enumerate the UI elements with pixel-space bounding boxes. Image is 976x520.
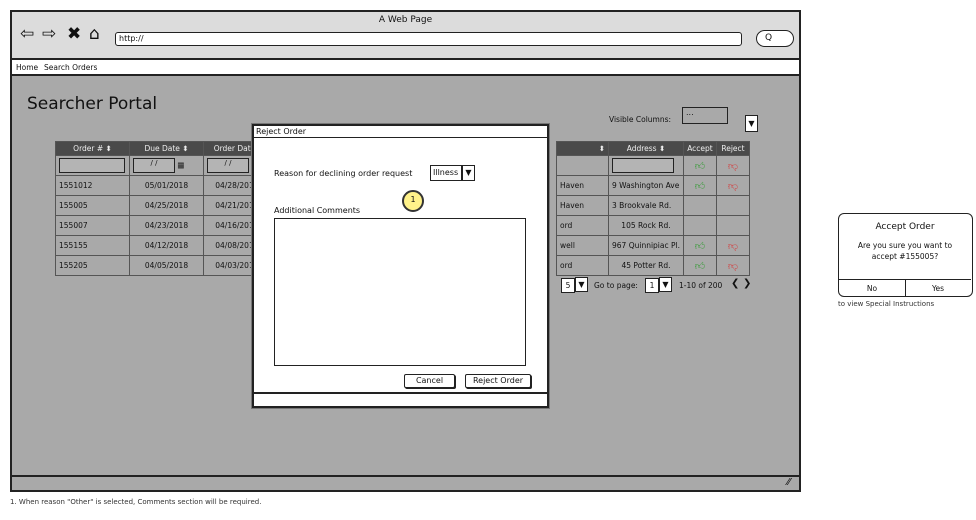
reason-select[interactable]: Illness — [430, 165, 462, 181]
filter-address[interactable] — [608, 155, 684, 176]
per-page-select[interactable]: 5 — [561, 278, 575, 293]
menu-home[interactable]: Home — [16, 63, 38, 72]
thumbs-up-icon[interactable]: 👍︎ — [695, 181, 705, 192]
column-header-town[interactable]: ⬍ — [556, 141, 609, 156]
modal-footer — [254, 392, 547, 394]
comments-label: Additional Comments — [274, 206, 361, 215]
orders-table-right: ⬍ Address ⬍ Accept Reject 👍︎ 👎︎ Haven 9 W… — [556, 141, 750, 276]
thumbs-down-icon[interactable]: 👎︎ — [728, 241, 738, 252]
back-icon[interactable]: ⇦ — [20, 26, 34, 43]
home-icon[interactable]: ⌂ — [89, 26, 100, 43]
url-input[interactable]: http:// — [115, 32, 742, 46]
page-dropdown[interactable]: ▼ — [659, 277, 672, 292]
filter-town[interactable] — [556, 155, 609, 176]
next-page-icon[interactable]: ❯ — [743, 278, 751, 289]
table-row[interactable]: ord 45 Potter Rd. 👍︎ 👎︎ — [556, 255, 750, 276]
forward-icon[interactable]: ⇨ — [42, 26, 56, 43]
reject-order-modal: Reject Order Reason for declining order … — [252, 124, 549, 408]
table-row[interactable]: Haven 3 Brookvale Rd. — [556, 195, 750, 216]
goto-label: Go to page: — [594, 281, 638, 290]
chevron-down-icon: ▼ — [748, 119, 755, 128]
annotation-callout: 1 — [402, 190, 424, 212]
table-row[interactable]: ord 105 Rock Rd. — [556, 215, 750, 236]
thumbs-down-icon[interactable]: 👎︎ — [728, 181, 738, 192]
reason-dropdown[interactable]: ▼ — [462, 165, 475, 181]
reason-label: Reason for declining order request — [274, 169, 413, 178]
orders-table-left: Order # ⬍ Due Date ⬍ Order Date / / ▦ / … — [55, 141, 266, 276]
column-header-reject: Reject — [715, 141, 750, 156]
page-number-input[interactable]: 1 — [645, 278, 659, 293]
page-range: 1-10 of 200 — [679, 281, 723, 290]
reject-order-button[interactable]: Reject Order — [465, 374, 531, 388]
no-button[interactable]: No — [839, 284, 905, 293]
per-page-dropdown[interactable]: ▼ — [575, 277, 588, 292]
search-button[interactable]: Q — [756, 30, 794, 47]
table-row[interactable]: well 967 Quinnipiac Pl. 👍︎ 👎︎ — [556, 235, 750, 256]
filter-order[interactable] — [55, 155, 130, 176]
menu-bar: Home Search Orders — [12, 60, 799, 76]
accept-order-dialog: Accept Order Are you sure you want to ac… — [838, 213, 973, 297]
accept-dialog-message: Are you sure you want to accept #155005? — [857, 241, 953, 261]
table-row[interactable]: 155205 04/05/2018 04/03/201 — [55, 255, 266, 276]
visible-columns-select[interactable]: ... — [682, 107, 728, 124]
chevron-down-icon: ▼ — [465, 168, 472, 177]
resize-grip-icon[interactable]: ⁄⁄ — [787, 477, 790, 488]
table-row[interactable]: 155005 04/25/2018 04/21/201 — [55, 195, 266, 216]
column-header-address[interactable]: Address ⬍ — [608, 141, 684, 156]
page-title: Searcher Portal — [27, 94, 158, 114]
table-row[interactable]: Haven 9 Washington Ave 👍︎ 👎︎ — [556, 175, 750, 196]
column-header-accept: Accept — [682, 141, 717, 156]
search-icon: Q — [765, 33, 773, 43]
visible-columns-label: Visible Columns: — [609, 115, 672, 124]
reject-header-icon: 👎︎ — [715, 155, 750, 176]
modal-title: Reject Order — [254, 126, 547, 138]
title-bar: A Web Page ⇦ ⇨ ✖ ⌂ http:// Q — [12, 12, 799, 60]
footnote: 1. When reason "Other" is selected, Comm… — [10, 498, 262, 506]
thumbs-up-icon[interactable]: 👍︎ — [695, 261, 705, 272]
status-bar: ⁄⁄ — [12, 475, 799, 490]
calendar-icon[interactable]: ▦ — [177, 161, 184, 170]
table-row[interactable]: 1551012 05/01/2018 04/28/201 — [55, 175, 266, 196]
column-header-due-date[interactable]: Due Date ⬍ — [129, 141, 204, 156]
visible-columns-dropdown[interactable]: ▼ — [745, 115, 758, 132]
window-title: A Web Page — [378, 15, 433, 25]
table-row[interactable]: 155155 04/12/2018 04/08/201 — [55, 235, 266, 256]
yes-button[interactable]: Yes — [905, 284, 971, 293]
comments-textarea[interactable] — [274, 218, 526, 366]
cancel-button[interactable]: Cancel — [404, 374, 455, 388]
prev-page-icon[interactable]: ❮ — [731, 278, 739, 289]
column-header-order[interactable]: Order # ⬍ — [55, 141, 130, 156]
thumbs-up-icon[interactable]: 👍︎ — [695, 241, 705, 252]
stop-icon[interactable]: ✖ — [67, 26, 81, 43]
table-row[interactable]: 155007 04/23/2018 04/16/201 — [55, 215, 266, 236]
filter-due-date[interactable]: / / ▦ — [129, 155, 204, 176]
accept-dialog-title: Accept Order — [875, 222, 935, 232]
accept-header-icon: 👍︎ — [682, 155, 717, 176]
thumbs-down-icon[interactable]: 👎︎ — [728, 261, 738, 272]
menu-search-orders[interactable]: Search Orders — [44, 63, 97, 72]
special-instructions-link: to view Special Instructions — [838, 300, 935, 308]
